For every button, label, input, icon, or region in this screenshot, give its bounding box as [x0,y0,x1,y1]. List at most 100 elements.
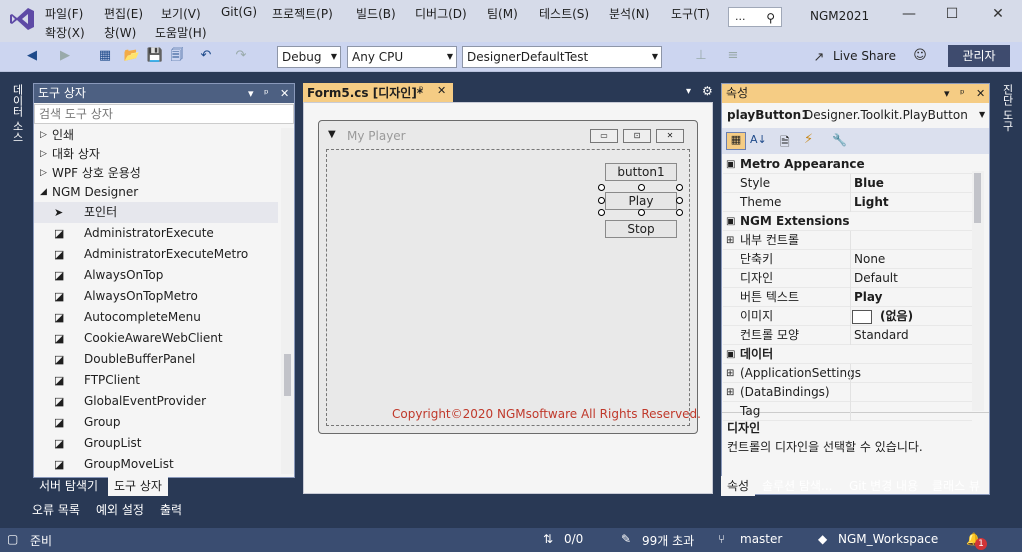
close-button[interactable]: ✕ [983,6,1013,26]
new-project-icon[interactable]: ▦ [96,47,114,65]
properties-tab[interactable]: 속성 [721,476,756,496]
categorized-icon[interactable]: ▦ [726,132,746,150]
menu-item[interactable]: 디버그(D) [415,5,467,22]
resize-handle[interactable] [676,197,683,204]
resize-handle[interactable] [638,209,645,216]
toolbox-search-input[interactable]: 검색 도구 상자 [34,104,294,124]
toolbox-item[interactable]: ◪ FTPClient [34,370,278,391]
platform-select[interactable]: Any CPU ▼ [347,46,457,68]
play-button[interactable]: Play [605,192,677,210]
toolbox-item[interactable]: ◪ GlobalEventProvider [34,391,278,412]
menu-item[interactable]: 프로젝트(P) [272,5,333,22]
expand-icon[interactable]: ⊞ [726,231,734,250]
property-value[interactable]: Default [854,269,898,288]
expand-icon[interactable]: ⊞ [726,364,734,383]
toolbox-group[interactable]: ▷ 인쇄 [34,125,278,146]
expand-icon[interactable]: ▷ [40,125,47,146]
exception-settings-tab[interactable]: 예외 설정 [90,500,150,520]
search-input[interactable]: ... ⚲ [728,7,782,27]
menu-item[interactable]: 창(W) [104,24,136,41]
property-category[interactable]: ▣ 데이터 [723,345,972,364]
editor-tab[interactable]: Form5.cs [디자인]* ᵖ ✕ [303,83,453,102]
property-row[interactable]: ⊞ (DataBindings) [723,383,972,402]
branch-name[interactable]: master [740,532,782,546]
toolbox-item[interactable]: ◪ AdministratorExecute [34,223,278,244]
form-close-button[interactable]: ✕ [656,129,684,143]
close-icon[interactable]: ✕ [280,84,289,103]
collapse-icon[interactable]: ◢ [40,182,47,203]
toolbox-group[interactable]: ▷ WPF 상호 운용성 [34,163,278,184]
form-maximize-button[interactable]: ⊡ [623,129,651,143]
toolbox-item[interactable]: ◪ DoubleBufferPanel [34,349,278,370]
menu-item[interactable]: 테스트(S) [539,5,589,22]
menu-item[interactable]: 확장(X) [45,24,85,41]
property-row[interactable]: Style Blue [723,174,972,193]
dropdown-icon[interactable]: ▾ [944,84,950,103]
tab-dropdown-icon[interactable]: ▾ [686,86,691,97]
collapse-icon[interactable]: ▣ [726,212,735,231]
startup-project-select[interactable]: DesignerDefaultTest ▼ [462,46,662,68]
redo-icon[interactable]: ↷ [232,47,250,65]
resize-handle[interactable] [676,209,683,216]
property-pages-icon[interactable]: 🔧 [832,133,847,147]
alphabetical-icon[interactable]: A↓ [750,133,767,146]
property-category[interactable]: ▣ NGM Extensions [723,212,972,231]
property-row[interactable]: ⊞ (ApplicationSettings [723,364,972,383]
menu-item[interactable]: 도구(T) [671,5,710,22]
toolbox-item[interactable]: ◪ AutocompleteMenu [34,307,278,328]
property-value[interactable]: Light [854,193,889,212]
live-share-button[interactable]: Live Share [833,49,896,63]
workspace-name[interactable]: NGM_Workspace [838,532,938,546]
property-row[interactable]: 단축키 None [723,250,972,269]
property-value[interactable]: Blue [854,174,884,193]
close-icon[interactable]: ✕ [437,84,446,97]
toolbox-scrollbar[interactable] [281,128,294,474]
open-folder-icon[interactable]: 📂 [123,47,141,65]
diagnostic-tools-tab[interactable]: 진단 도구 [999,84,1015,132]
menu-item[interactable]: 팀(M) [487,5,518,22]
events-icon[interactable]: ⚡ [804,132,813,147]
toolbox-item[interactable]: ◪ Group [34,412,278,433]
save-icon[interactable]: 💾 [146,47,164,65]
property-value[interactable]: (없음) [880,307,913,326]
menu-item[interactable]: 편집(E) [104,5,143,22]
menu-item[interactable]: 도움말(H) [155,24,207,41]
resize-handle[interactable] [638,184,645,191]
resize-handle[interactable] [676,184,683,191]
back-icon[interactable]: ◀ [23,47,41,65]
dropdown-icon[interactable]: ▾ [248,84,254,103]
object-select-arrow[interactable]: ▼ [979,110,985,119]
data-sources-tab[interactable]: 데이터 소스 [9,84,25,143]
toolbox-item[interactable]: ◪ GroupMoveList [34,454,278,475]
property-row[interactable]: ⊞ 내부 컨트롤 [723,231,972,250]
menu-item[interactable]: Git(G) [221,5,257,19]
property-row[interactable]: 이미지 (없음) [723,307,972,326]
error-list-tab[interactable]: 오류 목록 [26,500,86,520]
toolbox-item[interactable]: ◪ AdministratorExecuteMetro [34,244,278,265]
toolbox-item[interactable]: ◪ GroupList [34,433,278,454]
minimize-button[interactable]: — [894,6,924,26]
resize-handle[interactable] [598,184,605,191]
resize-handle[interactable] [598,197,605,204]
menu-item[interactable]: 보기(V) [161,5,201,22]
button1[interactable]: button1 [605,163,677,181]
pin-icon[interactable]: ᵖ [264,84,269,103]
pending-changes[interactable]: 99개 초과 [642,532,694,549]
config-select[interactable]: Debug ▼ [277,46,341,68]
settings-icon[interactable]: ⚙ [702,84,713,98]
toolbox-scroll-thumb[interactable] [284,354,291,396]
solution-explorer-tab[interactable]: 솔루션 탐색... [756,476,838,496]
property-value[interactable]: None [854,250,885,269]
form-minimize-button[interactable]: ▭ [590,129,618,143]
menu-item[interactable]: 분석(N) [609,5,649,22]
toolbox-item[interactable]: ◪ AlwaysOnTop [34,265,278,286]
toolbox-group[interactable]: ◢ NGM Designer [34,182,278,203]
resize-handle[interactable] [598,209,605,216]
toolbox-item[interactable]: ◪ AlwaysOnTopMetro [34,286,278,307]
git-changes-tab[interactable]: Git 변경 내용 [843,476,924,496]
property-row[interactable]: 컨트롤 모양 Standard [723,326,972,345]
toolbox-group[interactable]: ▷ 대화 상자 [34,144,278,165]
class-view-tab[interactable]: 클래스 뷰 [926,476,986,496]
pin-icon[interactable]: ᵖ [419,85,423,96]
feedback-icon[interactable]: ☺ [911,47,929,65]
